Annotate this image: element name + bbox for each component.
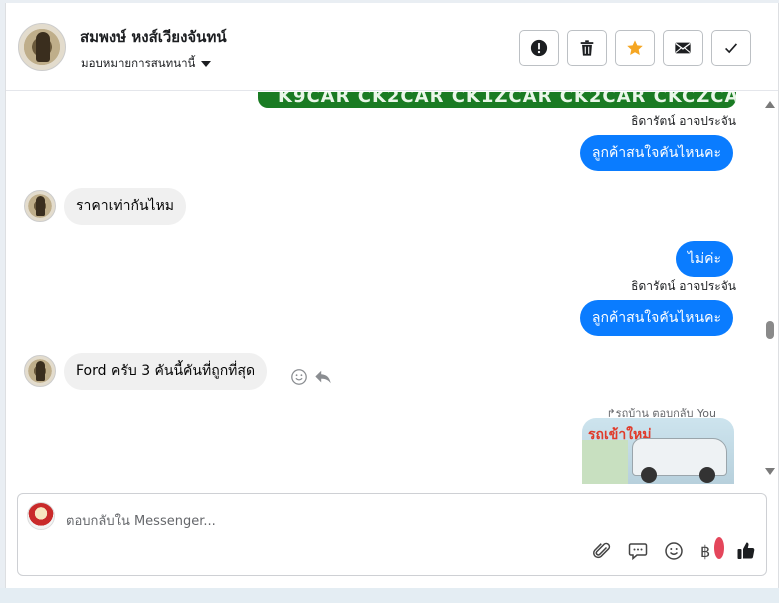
chat-bubble-icon xyxy=(628,543,648,561)
conversation-panel: สมพงษ์ หงส์เวียงจันทน์ มอบหมายการสนทนานี… xyxy=(5,3,779,588)
star-icon xyxy=(627,40,643,56)
contact-avatar[interactable] xyxy=(18,23,66,71)
outgoing-message[interactable]: ไม่ค่ะ xyxy=(675,241,733,277)
incoming-message[interactable]: Ford ครับ 3 คันนี้คันที่ถูกที่สุด xyxy=(64,353,268,390)
contact-avatar-small xyxy=(24,355,56,387)
header-actions xyxy=(519,30,751,66)
mark-unread-button[interactable] xyxy=(663,30,703,66)
contact-avatar-small xyxy=(24,190,56,222)
chevron-down-icon xyxy=(201,61,212,67)
thumbs-up-icon xyxy=(737,542,755,559)
replied-image[interactable]: รถเข้าใหม่ xyxy=(582,418,734,484)
incoming-message[interactable]: ราคาเท่ากันไหม xyxy=(64,188,187,225)
message-actions xyxy=(290,368,332,386)
star-button[interactable] xyxy=(615,30,655,66)
conversation-header: สมพงษ์ หงส์เวียงจันทน์ มอบหมายการสนทนานี… xyxy=(6,3,778,91)
alert-icon xyxy=(530,39,548,57)
paperclip-icon xyxy=(593,542,611,559)
spam-button[interactable] xyxy=(519,30,559,66)
emoji-icon xyxy=(665,542,683,560)
mark-done-button[interactable] xyxy=(711,30,751,66)
message-sender: ธิดารัตน์ อาจประจัน xyxy=(631,114,736,128)
message-composer: ตอบกลับใน Messenger... ฿ xyxy=(17,493,767,576)
emoji-button[interactable] xyxy=(664,540,684,562)
reply-icon[interactable] xyxy=(314,368,332,386)
shared-image-banner[interactable]: K9CAR CK2CAR CK1ZCAR CK2CAR CKCZCAR CK9 xyxy=(258,92,736,108)
outgoing-message[interactable]: ลูกค้าสนใจคันไหนคะ xyxy=(579,300,733,336)
assign-conversation-dropdown[interactable]: มอบหมายการสนทนานี้ xyxy=(81,55,212,73)
message-thread[interactable]: K9CAR CK2CAR CK1ZCAR CK2CAR CKCZCAR CK9 … xyxy=(6,92,778,484)
composer-tools: ฿ xyxy=(592,537,756,562)
scroll-up-arrow[interactable] xyxy=(765,101,775,108)
contact-name[interactable]: สมพงษ์ หงส์เวียงจันทน์ xyxy=(80,25,227,49)
trash-icon xyxy=(580,40,594,56)
assign-conversation-label: มอบหมายการสนทนานี้ xyxy=(81,56,196,70)
reply-input[interactable]: ตอบกลับใน Messenger... xyxy=(66,510,216,531)
scroll-down-arrow[interactable] xyxy=(765,468,775,475)
payment-button[interactable]: ฿ xyxy=(700,537,724,562)
mail-icon xyxy=(675,42,691,54)
poster-thumbnail xyxy=(582,440,628,484)
check-icon xyxy=(725,43,738,54)
message-sender: ธิดารัตน์ อาจประจัน xyxy=(631,279,736,293)
outgoing-message[interactable]: ลูกค้าสนใจคันไหนคะ xyxy=(579,135,733,171)
attach-button[interactable] xyxy=(592,540,612,562)
baht-icon: ฿ xyxy=(700,541,711,561)
notification-dot xyxy=(714,537,724,559)
pickup-truck-image xyxy=(632,438,727,483)
page-avatar xyxy=(27,502,55,530)
saved-replies-button[interactable] xyxy=(628,540,648,562)
delete-button[interactable] xyxy=(567,30,607,66)
like-button[interactable] xyxy=(736,540,756,562)
page-footer-strip xyxy=(0,588,779,603)
emoji-react-icon[interactable] xyxy=(290,368,308,386)
scrollbar-thumb[interactable] xyxy=(766,321,774,339)
